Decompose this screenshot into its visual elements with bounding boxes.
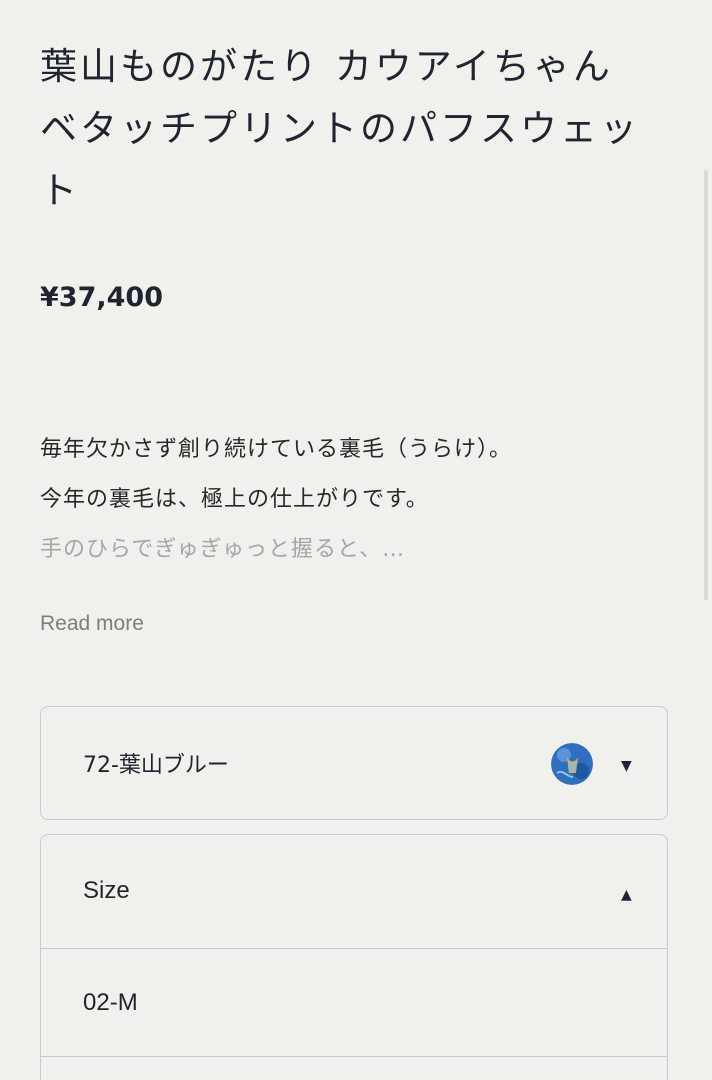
size-select: Size ▲ 02-M [40, 834, 668, 1080]
chevron-up-icon: ▲ [621, 887, 632, 903]
color-select-value: 72-葉山ブルー [83, 753, 229, 778]
size-select-label: Size [83, 877, 130, 904]
product-description: 毎年欠かさず創り続けている裏毛（うらけ）。 今年の裏毛は、極上の仕上がりです。 … [40, 425, 670, 575]
product-page: 葉山ものがたり カウアイちゃんベタッチプリントのパフスウェット ¥37,400 … [0, 0, 712, 1080]
color-select[interactable]: 72-葉山ブルー ▼ [40, 706, 668, 820]
size-select-header[interactable]: Size ▲ [41, 835, 667, 949]
product-title: 葉山ものがたり カウアイちゃんベタッチプリントのパフスウェット [40, 45, 640, 212]
product-price: ¥37,400 [40, 282, 163, 313]
chevron-down-icon: ▼ [621, 758, 632, 774]
fabric-swatch-icon [551, 743, 593, 785]
scrollbar[interactable] [704, 170, 708, 600]
description-line: 毎年欠かさず創り続けている裏毛（うらけ）。 [40, 437, 513, 462]
read-more-link[interactable]: Read more [40, 612, 144, 636]
description-line-faded: 手のひらでぎゅぎゅっと握ると、… [40, 537, 406, 562]
size-option-label: 02-M [83, 989, 138, 1016]
size-option[interactable]: 02-M [41, 949, 667, 1057]
description-line: 今年の裏毛は、極上の仕上がりです。 [40, 487, 429, 512]
